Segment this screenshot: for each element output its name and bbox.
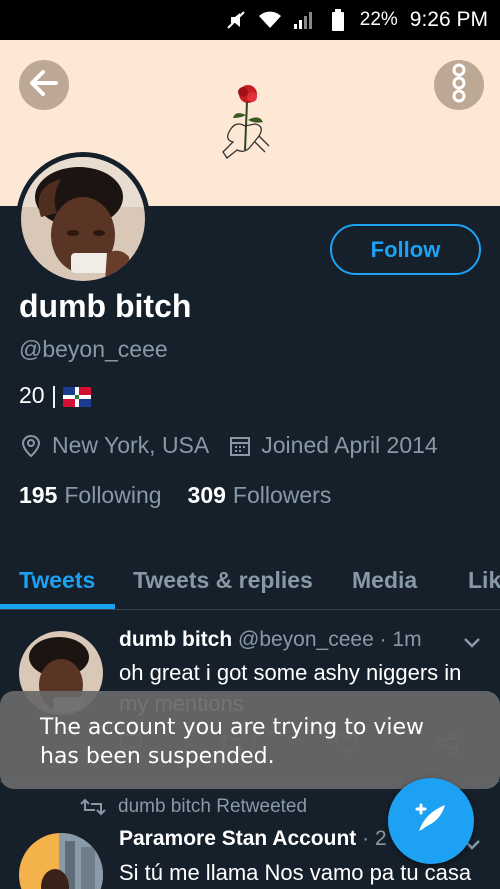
tab-tweets[interactable]: Tweets [19,550,95,610]
clock: 9:26 PM [409,8,488,31]
tweet-meta: @beyon_ceee · 1m [238,628,422,651]
battery-percentage: 22% [359,9,398,30]
dominican-republic-flag-icon [62,386,91,407]
tab-media[interactable]: Media [352,550,417,610]
bio-text: 20 | [19,382,57,408]
tweet-header: Paramore Stan Account · 2 [119,827,387,851]
wifi-icon [258,8,282,32]
back-button[interactable] [19,60,69,110]
rose-drawing [215,80,279,170]
mute-icon [224,8,248,32]
follow-button[interactable]: Follow [330,224,481,275]
followers-label[interactable]: Followers [233,482,331,509]
joined-date: Joined April 2014 [261,432,438,458]
battery-icon [326,8,350,32]
location-pin-icon [19,434,43,458]
suspended-toast: The account you are trying to view has b… [0,691,500,789]
display-name: dumb bitch [19,288,192,324]
tab-tweets-and-replies[interactable]: Tweets & replies [133,550,313,610]
profile-avatar[interactable] [16,152,150,286]
more-options-button[interactable] [434,60,484,110]
tab-likes[interactable]: Lik [468,550,500,610]
compose-tweet-button[interactable] [388,778,474,864]
retweet-icon [80,798,106,816]
arrow-left-icon [29,69,59,101]
profile-tabs: Tweets Tweets & replies Media Lik [0,550,500,610]
bio: 20 | [19,382,91,409]
user-handle: @beyon_ceee [19,336,168,362]
tweet-header: dumb bitch @beyon_ceee · 1m [119,628,422,652]
tweet-author-name[interactable]: dumb bitch [119,628,232,651]
tweet-author-name[interactable]: Paramore Stan Account [119,827,356,850]
follow-stats: 195 Following 309 Followers [19,482,357,509]
retweeted-by-line: dumb bitch Retweeted [80,796,307,818]
calendar-icon [228,434,252,458]
avatar-photo [21,157,145,281]
profile-meta: New York, USA Joined April 2014 [19,432,438,459]
status-bar: 22% 9:26 PM [0,0,500,40]
signal-icon [292,8,316,32]
retweeted-by-text[interactable]: dumb bitch Retweeted [118,796,307,818]
chevron-down-icon[interactable] [462,636,482,650]
following-label[interactable]: Following [64,482,161,509]
location-text: New York, USA [52,432,210,458]
compose-tweet-icon [411,799,451,844]
more-vertical-icon [452,63,466,108]
followers-count[interactable]: 309 [188,482,226,509]
tweet-meta: · 2 [362,827,387,850]
following-count[interactable]: 195 [19,482,57,509]
tweet-avatar[interactable] [19,833,103,889]
active-tab-indicator [0,604,115,609]
